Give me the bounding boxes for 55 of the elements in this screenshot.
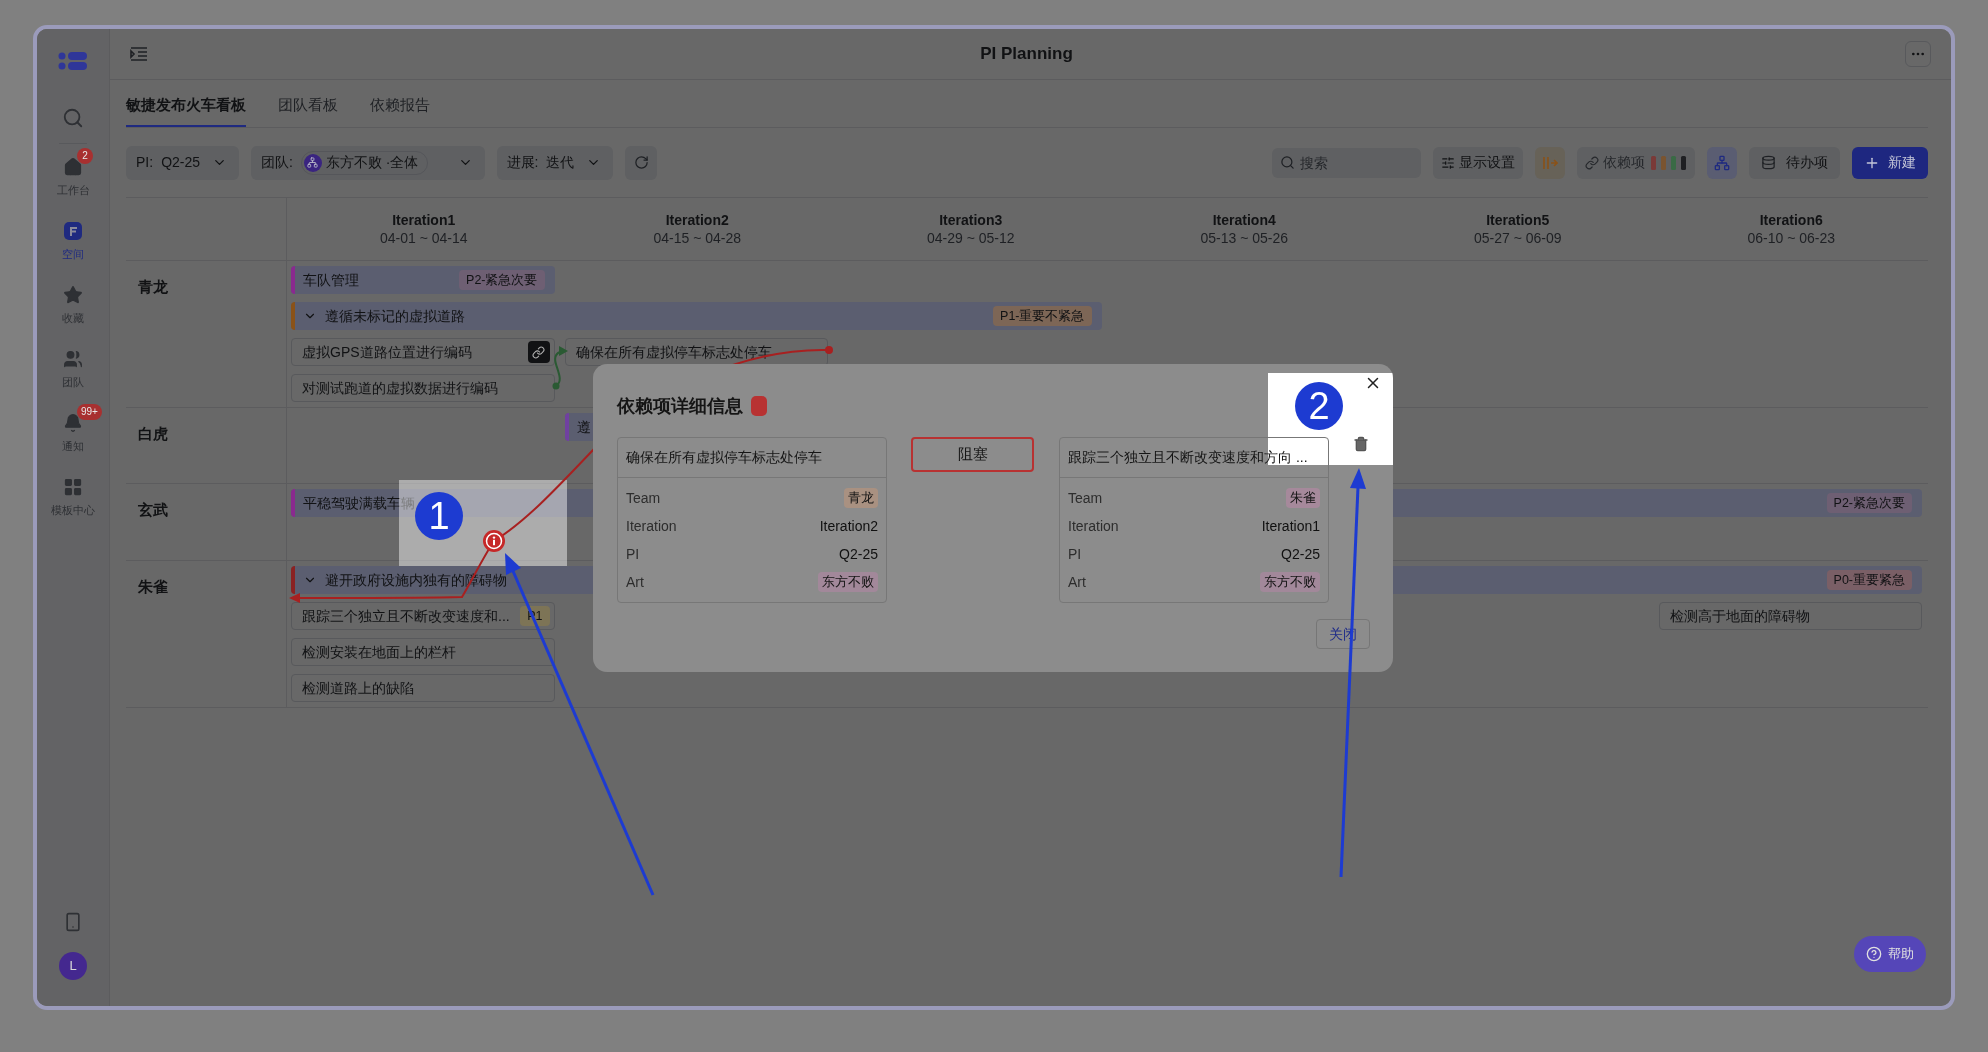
iteration-dates: 04-15 ~ 04-28 bbox=[653, 229, 742, 247]
work-item-title: 虚拟GPS道路位置进行编码 bbox=[302, 342, 472, 362]
iteration-dates: 05-27 ~ 06-09 bbox=[1473, 229, 1562, 247]
iteration-name: Iteration5 bbox=[1486, 211, 1550, 229]
iteration-name: Iteration4 bbox=[1212, 211, 1276, 229]
work-item-title: 跟踪三个独立且不断改变速度和方向 ... bbox=[1068, 448, 1308, 467]
filter-value: Q2-25 bbox=[161, 153, 201, 172]
field-label: Team bbox=[1068, 488, 1103, 508]
field-label: Iteration bbox=[626, 516, 677, 536]
field-label: PI bbox=[626, 544, 640, 564]
team-lane-name: 白虎 bbox=[138, 425, 168, 442]
field-value: Q2-25 bbox=[839, 544, 878, 564]
work-item-title: 对测试跑道的虚拟数据进行编码 bbox=[302, 378, 498, 398]
field-label: Art bbox=[1068, 572, 1086, 592]
feature-title: 遵循未标记的虚拟道路 bbox=[325, 306, 465, 326]
filter-value: 迭代 bbox=[546, 153, 575, 172]
work-item-title: 检测安装在地面上的栏杆 bbox=[302, 642, 456, 662]
priority-tag: P2-紧急次要 bbox=[1826, 493, 1912, 513]
work-item-title: 检测道路上的缺陷 bbox=[302, 678, 414, 698]
iteration-dates: 05-13 ~ 05-26 bbox=[1200, 229, 1289, 247]
iteration-dates: 04-01 ~ 04-14 bbox=[379, 229, 468, 247]
work-item-title: 跟踪三个独立且不断改变速度和... bbox=[302, 606, 510, 626]
iteration-name: Iteration6 bbox=[1759, 211, 1823, 229]
field-value: Iteration1 bbox=[1261, 516, 1320, 536]
field-value: Q2-25 bbox=[1281, 544, 1320, 564]
team-lane-name: 朱雀 bbox=[138, 578, 168, 595]
team-lane-name: 青龙 bbox=[138, 278, 168, 295]
iteration-name: Iteration2 bbox=[665, 211, 729, 229]
dialog-title: 依赖项详细信息 bbox=[617, 394, 743, 418]
field-label: Iteration bbox=[1068, 516, 1119, 536]
field-tag: 东方不败 bbox=[1260, 572, 1320, 592]
iteration-dates: 06-10 ~ 06-23 bbox=[1747, 229, 1836, 247]
work-item-title: 确保在所有虚拟停车标志处停车 bbox=[626, 448, 822, 467]
priority-tag: P1-重要不紧急 bbox=[993, 306, 1092, 326]
field-tag: 青龙 bbox=[844, 488, 878, 508]
team-lane-name: 玄武 bbox=[138, 501, 168, 518]
field-tag: 朱雀 bbox=[1286, 488, 1320, 508]
field-label: PI bbox=[1068, 544, 1082, 564]
feature-title: 遵 bbox=[576, 417, 591, 437]
priority-tag: P0-重要紧急 bbox=[1826, 570, 1912, 590]
field-tag: 东方不败 bbox=[818, 572, 878, 592]
iteration-name: Iteration1 bbox=[392, 211, 456, 229]
work-item-title: 检测高于地面的障碍物 bbox=[1669, 606, 1810, 626]
field-label: Art bbox=[626, 572, 644, 592]
iteration-name: Iteration3 bbox=[939, 211, 1003, 229]
priority-tag: P2-紧急次要 bbox=[459, 270, 545, 290]
team-name: 东方不败 ·全体 bbox=[325, 153, 419, 172]
field-label: Team bbox=[626, 488, 661, 508]
iteration-dates: 04-29 ~ 05-12 bbox=[926, 229, 1015, 247]
notification-badge: 2 bbox=[77, 148, 93, 164]
feature-title: 车队管理 bbox=[303, 270, 359, 290]
notification-badge: 99+ bbox=[77, 404, 102, 420]
work-item-title: 确保在所有虚拟停车标志处停车 bbox=[575, 342, 772, 362]
field-value: Iteration2 bbox=[819, 516, 878, 536]
window-title: PI Planning bbox=[979, 43, 1074, 66]
